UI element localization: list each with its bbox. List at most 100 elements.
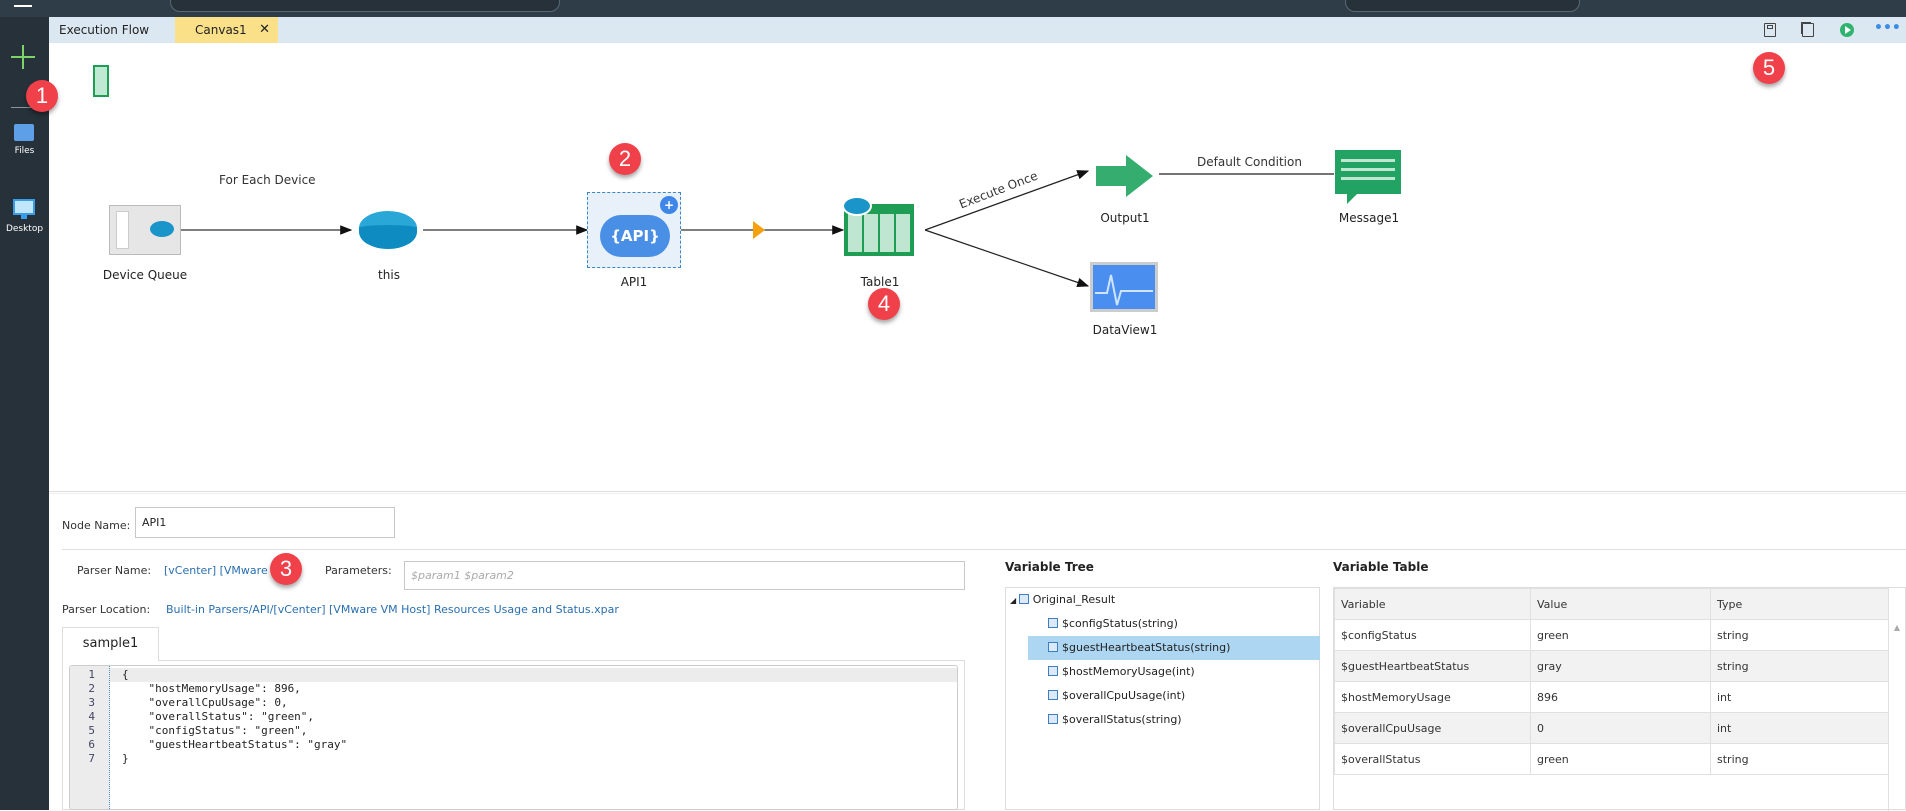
- parser-name-link[interactable]: [vCenter] [VMware: [164, 564, 268, 577]
- code-line: }: [122, 752, 129, 765]
- menu-icon[interactable]: [14, 5, 32, 7]
- table-header-row: Variable Value Type: [1334, 588, 1889, 620]
- tab-label: Execution Flow: [59, 23, 150, 37]
- variable-icon: [1048, 642, 1058, 652]
- code-line: "guestHeartbeatStatus": "gray": [122, 738, 348, 751]
- variable-icon: [1048, 618, 1058, 628]
- step-badge: 1: [26, 80, 58, 112]
- table-scrollbar[interactable]: ▲: [1888, 619, 1905, 811]
- variable-table-container: Variable Value Type $configStatus green st…: [1333, 587, 1906, 811]
- parser-location-link[interactable]: Built-in Parsers/API/[vCenter] [VMware V…: [166, 603, 619, 616]
- tab-bar: Execution Flow Canvas1 ✕ •••: [49, 17, 1906, 43]
- router-icon[interactable]: [359, 211, 417, 249]
- close-icon[interactable]: ✕: [259, 17, 270, 43]
- cloud-api-icon: {API}: [600, 215, 670, 257]
- tab-canvas1[interactable]: Canvas1 ✕: [175, 17, 278, 43]
- variable-table-title: Variable Table: [1333, 560, 1429, 574]
- sidebar-item-files[interactable]: Files: [0, 122, 49, 167]
- node-label: this: [378, 268, 400, 282]
- node-name-label: Node Name:: [62, 519, 131, 532]
- node-name-input[interactable]: API1: [135, 507, 395, 538]
- parameters-label: Parameters:: [325, 564, 392, 577]
- save-as-icon[interactable]: [1802, 23, 1814, 37]
- tree-item-selected[interactable]: $guestHeartbeatStatus(string): [1028, 636, 1320, 660]
- flow-edges: [180, 170, 1334, 288]
- edge-label: For Each Device: [219, 173, 316, 187]
- edge-dataview: [924, 229, 1090, 288]
- panel-divider[interactable]: [49, 491, 1906, 494]
- node-message1[interactable]: [1335, 150, 1401, 204]
- step-badge: 5: [1753, 52, 1785, 84]
- sidebar-item-desktop[interactable]: Desktop: [0, 197, 49, 242]
- top-nav-bar: [0, 0, 1906, 17]
- node-device-queue[interactable]: [109, 205, 181, 255]
- flow-canvas[interactable]: For Each Device Execute Once Default Con…: [49, 43, 1906, 493]
- variable-tree-title: Variable Tree: [1005, 560, 1094, 574]
- code-line: {: [122, 668, 129, 681]
- tree-item[interactable]: $overallCpuUsage(int): [1028, 684, 1320, 708]
- router-icon: [842, 196, 872, 216]
- instance-search-input[interactable]: [1345, 0, 1580, 12]
- column-header[interactable]: Variable: [1334, 588, 1531, 620]
- table-row[interactable]: $configStatus green string: [1334, 619, 1889, 651]
- code-line: "overallStatus": "green",: [122, 710, 315, 723]
- parameters-input[interactable]: $param1 $param2: [404, 561, 965, 590]
- column-header[interactable]: Type: [1710, 588, 1889, 620]
- code-editor[interactable]: 1234567 { "hostMemoryUsage": 896, "overa…: [69, 665, 958, 810]
- step-badge: 4: [868, 288, 900, 320]
- line-gutter: 1234567: [70, 666, 110, 809]
- variable-icon: [1018, 594, 1029, 604]
- edge-label: Default Condition: [1197, 155, 1302, 169]
- sidebar-item-label: Files: [14, 146, 35, 156]
- step-badge: 2: [609, 143, 641, 175]
- variable-tree: ◢ Original_Result $configStatus(string) …: [1005, 587, 1320, 810]
- tab-label: sample1: [82, 636, 139, 651]
- orange-marker: [753, 221, 765, 239]
- tab-label: Canvas1: [195, 23, 247, 37]
- tab-execution-flow[interactable]: Execution Flow: [49, 17, 175, 43]
- sidebar-item-label: Desktop: [5, 224, 44, 234]
- pulse-icon: [1095, 274, 1153, 306]
- node-output1[interactable]: [1096, 155, 1154, 197]
- save-icon[interactable]: [1764, 23, 1776, 37]
- variable-icon: [1048, 714, 1058, 724]
- expand-icon[interactable]: ◢: [1010, 596, 1019, 605]
- tree-item[interactable]: $configStatus(string): [1028, 612, 1320, 636]
- node-label: Table1: [860, 275, 900, 289]
- more-icon[interactable]: •••: [1874, 20, 1901, 36]
- global-search-input[interactable]: [170, 0, 560, 12]
- tree-item[interactable]: $overallStatus(string): [1028, 708, 1320, 732]
- node-label: Device Queue: [102, 268, 188, 282]
- code-line: "overallCpuUsage": 0,: [122, 696, 288, 709]
- node-table1[interactable]: [842, 196, 914, 256]
- desktop-icon: [13, 199, 35, 215]
- node-label: DataView1: [1092, 323, 1158, 337]
- node-label: API1: [620, 275, 648, 289]
- step-badge: 3: [270, 553, 302, 585]
- table-row[interactable]: $hostMemoryUsage 896 int: [1334, 681, 1889, 713]
- left-sidebar: Files Desktop: [0, 17, 49, 810]
- table-row[interactable]: $overallStatus green string: [1334, 743, 1889, 775]
- node-dataview1[interactable]: [1090, 262, 1158, 312]
- node-label: Message1: [1338, 211, 1400, 225]
- variable-table: Variable Value Type $configStatus green st…: [1334, 588, 1889, 775]
- parser-location-label: Parser Location:: [62, 603, 151, 616]
- tab-sample1[interactable]: sample1: [62, 627, 159, 661]
- table-row[interactable]: $guestHeartbeatStatus gray string: [1334, 650, 1889, 682]
- code-line: "hostMemoryUsage": 896,: [122, 682, 301, 695]
- node-api1[interactable]: {API} +: [587, 192, 681, 268]
- column-header[interactable]: Value: [1530, 588, 1711, 620]
- folder-icon: [14, 124, 34, 141]
- tree-item[interactable]: $hostMemoryUsage(int): [1028, 660, 1320, 684]
- tree-root[interactable]: ◢ Original_Result: [1010, 588, 1115, 612]
- table-row[interactable]: $overallCpuUsage 0 int: [1334, 712, 1889, 744]
- add-node-icon[interactable]: +: [660, 196, 678, 214]
- variable-icon: [1048, 690, 1058, 700]
- node-label: Output1: [1100, 211, 1150, 225]
- divider: [62, 549, 1906, 550]
- variable-icon: [1048, 666, 1058, 676]
- parser-name-label: Parser Name:: [77, 564, 152, 577]
- code-line: "configStatus": "green",: [122, 724, 308, 737]
- add-icon[interactable]: [11, 45, 35, 69]
- run-icon[interactable]: [1840, 23, 1854, 37]
